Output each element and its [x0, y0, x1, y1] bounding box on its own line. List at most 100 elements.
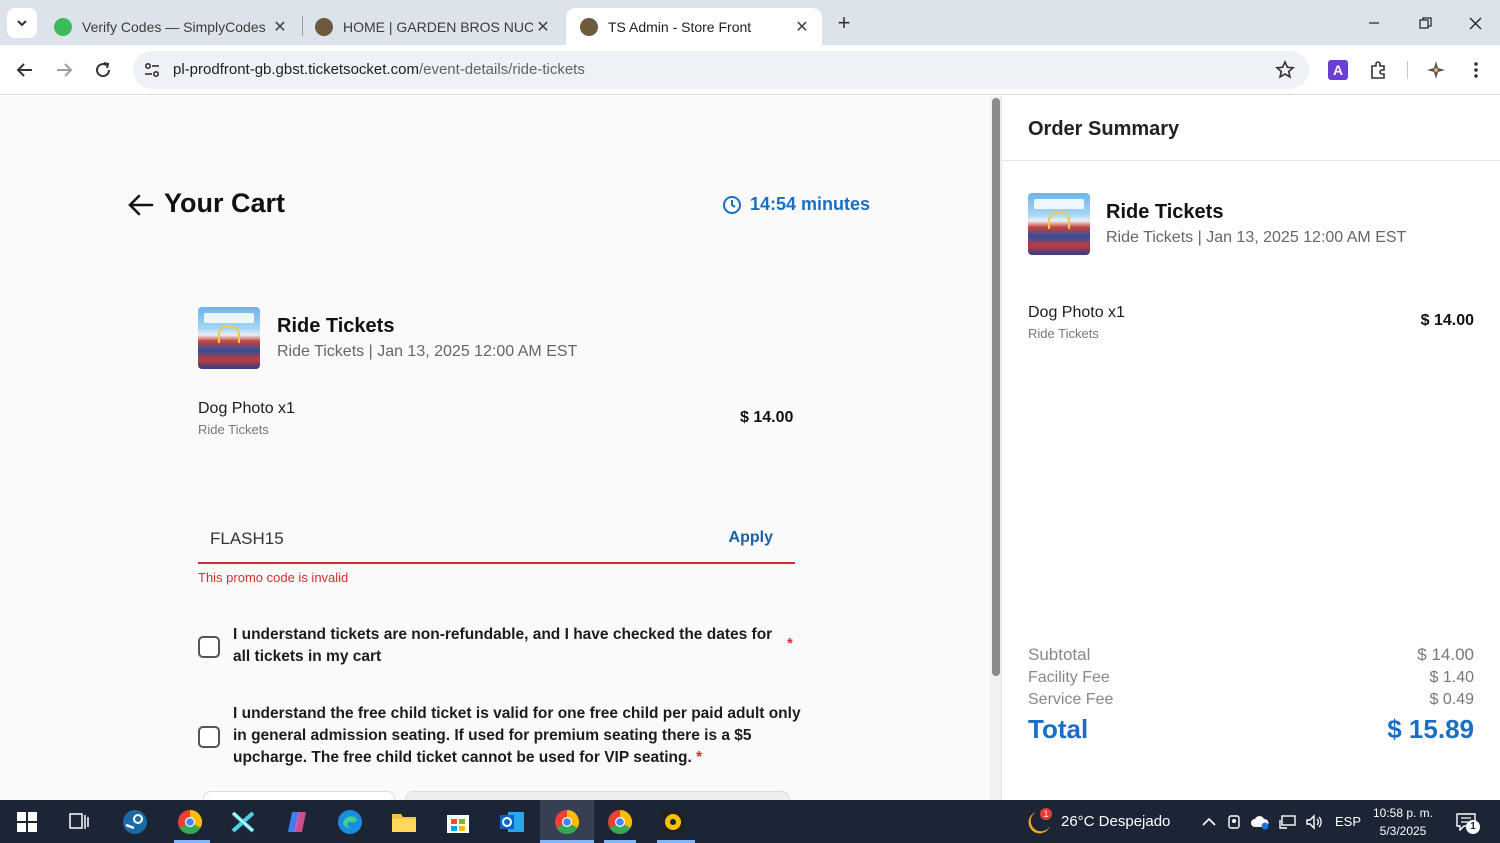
summary-event-subtitle: Ride Tickets | Jan 13, 2025 12:00 AM EST: [1106, 229, 1407, 246]
capcut-icon: [231, 811, 255, 833]
profile-button[interactable]: [1424, 58, 1448, 82]
tab-ts-admin[interactable]: TS Admin - Store Front ✕: [566, 8, 822, 45]
promo-error-message: This promo code is invalid: [198, 570, 349, 585]
url-host: pl-prodfront-gb.gbst.ticketsocket.com: [173, 61, 419, 78]
capcut-taskbar-button[interactable]: [227, 806, 259, 838]
event-subtitle: Ride Tickets | Jan 13, 2025 12:00 AM EST: [277, 343, 578, 360]
close-tab-icon[interactable]: ✕: [270, 17, 290, 37]
back-arrow-icon[interactable]: [126, 192, 156, 218]
url-text: pl-prodfront-gb.gbst.ticketsocket.com/ev…: [173, 61, 585, 78]
service-fee-value: $ 0.49: [1429, 691, 1474, 708]
task-view-button[interactable]: [63, 806, 95, 838]
cloud-icon: [1251, 816, 1269, 830]
extensions-button[interactable]: [1366, 58, 1390, 82]
volume-button[interactable]: [1298, 806, 1330, 838]
toolbar-divider: [1407, 61, 1408, 79]
required-mark: *: [696, 749, 703, 766]
arrow-left-icon: [16, 63, 32, 77]
media-app-icon: [661, 810, 685, 834]
media-app-taskbar-button[interactable]: [657, 806, 689, 838]
apply-promo-button[interactable]: Apply: [729, 529, 773, 547]
browser-toolbar: pl-prodfront-gb.gbst.ticketsocket.com/ev…: [0, 45, 1500, 95]
chrome-second-taskbar-button[interactable]: [604, 806, 636, 838]
steam-taskbar-button[interactable]: [119, 806, 151, 838]
weather-text[interactable]: 26°C Despejado: [1061, 813, 1170, 830]
garden-bros-favicon-icon: [315, 17, 333, 36]
more-vertical-icon: [1474, 62, 1478, 78]
clock-icon: [723, 195, 741, 214]
subtotal-label: Subtotal: [1028, 645, 1091, 664]
taskbar-clock[interactable]: 10:58 p. m. 5/3/2025: [1366, 804, 1440, 840]
bookmark-star-icon[interactable]: [1275, 60, 1295, 80]
browser-menu-button[interactable]: [1464, 58, 1488, 82]
agreement-checkbox-free-child[interactable]: [198, 726, 220, 748]
tab-simplycodes[interactable]: Verify Codes — SimplyCodes ✕: [40, 8, 300, 45]
divider: [1002, 160, 1500, 161]
extension-a-button[interactable]: A: [1326, 58, 1350, 82]
camera-icon: [1228, 815, 1240, 829]
close-window-button[interactable]: [1460, 10, 1490, 36]
reload-button[interactable]: [90, 57, 116, 83]
page-scrollbar[interactable]: [990, 96, 1001, 800]
promo-code-field: Apply: [198, 516, 795, 564]
reload-icon: [96, 62, 111, 78]
network-icon: [1279, 815, 1296, 829]
copilot-taskbar-button[interactable]: [281, 806, 313, 838]
promo-code-input[interactable]: [210, 526, 680, 552]
close-icon: [1469, 17, 1481, 29]
windows-logo-icon: [17, 812, 37, 832]
event-thumbnail: [198, 307, 260, 369]
summary-item-name: Dog Photo x1: [1028, 304, 1125, 321]
subtotal-value: $ 14.00: [1417, 645, 1474, 664]
forward-button[interactable]: [51, 57, 77, 83]
address-bar[interactable]: pl-prodfront-gb.gbst.ticketsocket.com/ev…: [133, 51, 1309, 89]
agreement-text-nonrefundable: I understand tickets are non-refundable,…: [233, 624, 778, 668]
summary-item-price: $ 14.00: [1420, 312, 1474, 329]
tab-search-button[interactable]: [7, 8, 37, 38]
folder-icon: [392, 814, 416, 832]
outlook-taskbar-button[interactable]: [496, 806, 528, 838]
arrow-right-icon: [57, 63, 73, 77]
cart-item-name: Dog Photo x1: [198, 400, 295, 417]
agreement-checkbox-nonrefundable[interactable]: [198, 636, 220, 658]
restore-button[interactable]: [1410, 10, 1440, 36]
task-view-icon: [69, 813, 89, 829]
minimize-button[interactable]: [1359, 10, 1389, 36]
cart-item-price: $ 14.00: [740, 409, 794, 426]
outlook-icon: [500, 812, 524, 832]
required-mark: *: [787, 635, 793, 652]
order-summary-title: Order Summary: [1028, 118, 1180, 140]
checkout-timer: 14:54 minutes: [722, 194, 870, 215]
timer-text: 14:54 minutes: [750, 194, 871, 214]
new-tab-button[interactable]: +: [830, 9, 858, 37]
chrome-icon: [608, 810, 633, 835]
close-tab-icon[interactable]: ✕: [533, 17, 553, 37]
input-language[interactable]: ESP: [1335, 814, 1361, 829]
event-name: Ride Tickets: [277, 315, 395, 337]
file-explorer-taskbar-button[interactable]: [388, 806, 420, 838]
tab-garden-bros[interactable]: HOME | GARDEN BROS NUCLEAR CIRCUS ✕: [301, 8, 563, 45]
store-taskbar-button[interactable]: [442, 806, 474, 838]
clock-date: 5/3/2025: [1379, 824, 1427, 838]
scrollbar-thumb[interactable]: [992, 98, 1000, 676]
close-tab-icon[interactable]: ✕: [792, 17, 812, 37]
edge-taskbar-button[interactable]: [334, 806, 366, 838]
tab-title: HOME | GARDEN BROS NUCLEAR CIRCUS: [343, 18, 533, 35]
agreement-text-free-child: I understand the free child ticket is va…: [233, 703, 803, 769]
tab-title: Verify Codes — SimplyCodes: [82, 18, 266, 35]
back-button[interactable]: [12, 57, 38, 83]
agreement-label: I understand the free child ticket is va…: [233, 705, 801, 766]
store-icon: [447, 815, 469, 833]
extension-a-icon: A: [1328, 60, 1348, 80]
chrome-active-taskbar-button[interactable]: [551, 806, 583, 838]
tab-title: TS Admin - Store Front: [608, 18, 752, 35]
copilot-icon: [288, 812, 306, 832]
url-path: /event-details/ride-tickets: [418, 61, 585, 78]
start-button[interactable]: [11, 806, 43, 838]
chevron-up-icon: [1202, 817, 1216, 826]
site-settings-icon[interactable]: [143, 61, 161, 79]
cart-item-category: Ride Tickets: [198, 422, 269, 437]
weather-badge: 1: [1040, 808, 1052, 820]
chrome-profile-taskbar-button[interactable]: [174, 806, 206, 838]
cart-panel: Your Cart 14:54 minutes Ride Tickets Rid…: [0, 96, 990, 803]
